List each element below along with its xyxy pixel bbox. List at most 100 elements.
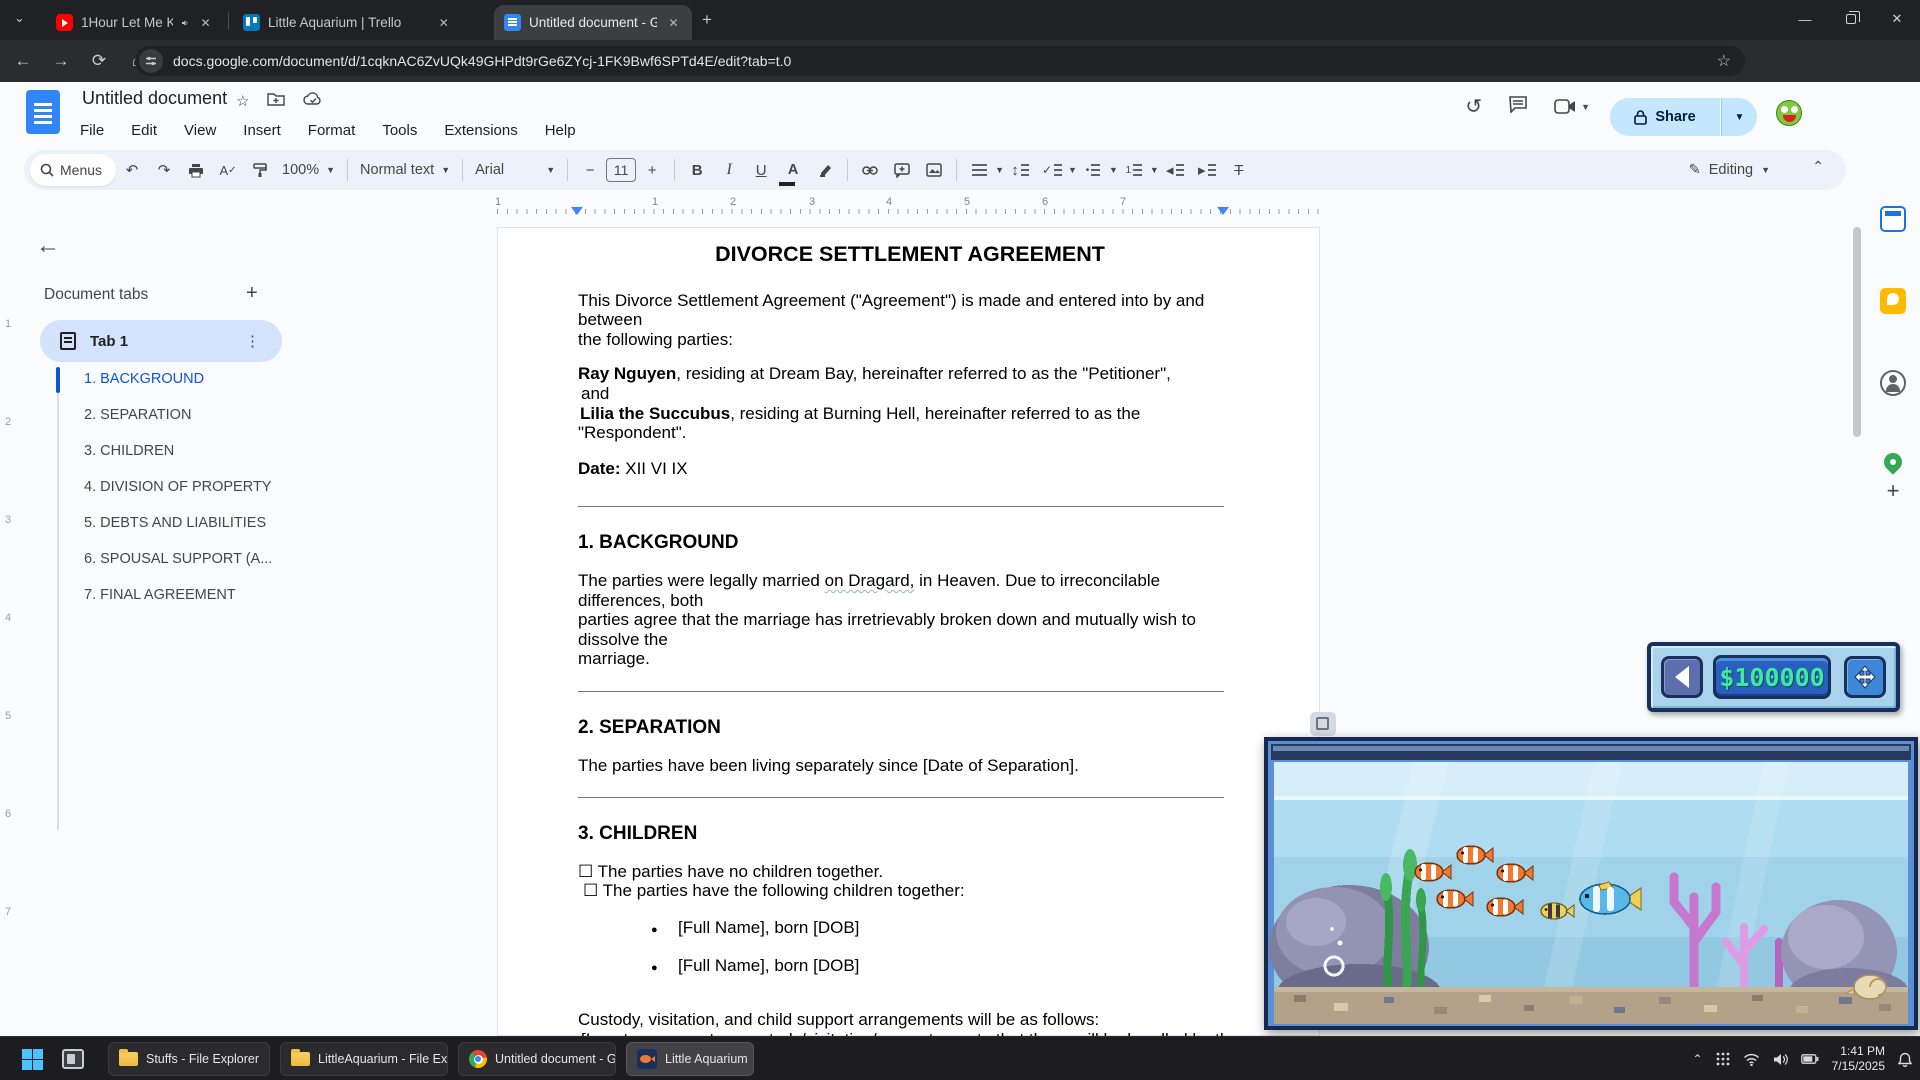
highlight-icon[interactable] [812, 157, 838, 183]
outline-item-final-agreement[interactable]: 7. FINAL AGREEMENT [84, 587, 414, 603]
paint-format-icon[interactable] [247, 157, 273, 183]
star-document-icon[interactable]: ☆ [236, 92, 249, 110]
increase-indent-icon[interactable]: ▸ [1194, 157, 1220, 183]
tab-close-icon[interactable]: ✕ [435, 14, 452, 31]
taskbar-clock[interactable]: 1:41 PM 7/15/2025 [1832, 1044, 1885, 1074]
indent-marker-right[interactable] [1217, 207, 1229, 215]
aquarium-money-widget[interactable]: $100000 [1647, 642, 1900, 712]
menu-tools[interactable]: Tools [382, 122, 417, 139]
tray-expand-icon[interactable]: ⌃ [1693, 1052, 1703, 1066]
meet-caret-icon[interactable]: ▼ [1581, 102, 1590, 112]
align-caret-icon[interactable]: ▼ [995, 165, 1004, 175]
menu-extensions[interactable]: Extensions [444, 122, 517, 139]
numbered-list-caret-icon[interactable]: ▼ [1150, 165, 1159, 175]
paragraph-style-select[interactable]: Normal text ▼ [354, 162, 456, 178]
collapse-toolbar-icon[interactable]: ⌃ [1812, 158, 1824, 175]
close-sidebar-icon[interactable]: ← [36, 232, 60, 260]
outline-item-background[interactable]: 1. BACKGROUND [84, 371, 414, 387]
redo-icon[interactable]: ↷ [151, 157, 177, 183]
volume-icon[interactable] [1773, 1053, 1788, 1066]
meet-video-icon[interactable]: ▼ [1554, 99, 1590, 114]
document-content[interactable]: DIVORCE SETTLEMENT AGREEMENT This Divorc… [578, 245, 1242, 1080]
align-icon[interactable] [966, 157, 992, 183]
aquarium-game-window[interactable] [1264, 737, 1918, 1030]
menu-format[interactable]: Format [308, 122, 356, 139]
italic-icon[interactable]: I [716, 157, 742, 183]
contacts-icon[interactable] [1880, 370, 1906, 396]
underline-icon[interactable]: U [748, 157, 774, 183]
document-title[interactable]: Untitled document [82, 88, 227, 109]
checklist-caret-icon[interactable]: ▼ [1068, 165, 1077, 175]
font-size-input[interactable]: 11 [606, 158, 636, 182]
bulleted-list-icon[interactable]: • [1080, 157, 1106, 183]
tab-audio-icon[interactable] [181, 16, 189, 30]
font-size-increase-icon[interactable]: + [639, 157, 665, 183]
task-view-icon[interactable] [62, 1049, 84, 1069]
editing-mode-select[interactable]: ✎ Editing ▼ [1677, 154, 1782, 186]
horizontal-ruler[interactable]: 1 1 2 3 4 5 6 7 [497, 195, 1320, 217]
new-tab-icon[interactable]: + [702, 10, 712, 30]
cloud-save-status-icon[interactable] [303, 92, 323, 110]
keep-icon[interactable] [1880, 288, 1906, 314]
numbered-list-icon[interactable]: 1 [1121, 157, 1147, 183]
calendar-icon[interactable] [1880, 206, 1906, 232]
back-icon[interactable]: ← [8, 46, 38, 76]
forward-icon[interactable]: → [46, 46, 76, 76]
insert-image-icon[interactable] [921, 157, 947, 183]
outline-item-division-of-property[interactable]: 4. DIVISION OF PROPERTY [84, 479, 414, 495]
tab-1-item[interactable]: Tab 1 ⋮ [40, 320, 282, 362]
menu-edit[interactable]: Edit [131, 122, 157, 139]
widget-move-button[interactable] [1844, 656, 1886, 698]
checklist-icon[interactable]: ✓ [1039, 157, 1065, 183]
taskbar-app-chrome-docs[interactable]: Untitled document - Go [458, 1042, 616, 1076]
share-button[interactable]: Share [1610, 98, 1720, 136]
wifi-icon[interactable] [1743, 1053, 1760, 1066]
tab-close-icon[interactable]: ✕ [197, 14, 214, 31]
document-page[interactable]: DIVORCE SETTLEMENT AGREEMENT This Divorc… [497, 227, 1320, 1036]
side-panel-add-icon[interactable]: + [1880, 478, 1906, 504]
outline-item-spousal-support[interactable]: 6. SPOUSAL SUPPORT (A... [84, 551, 414, 567]
browser-tab-docs-active[interactable]: Untitled document - Google Do ✕ [494, 5, 692, 40]
add-tab-icon[interactable]: + [246, 282, 258, 305]
move-folder-icon[interactable] [267, 92, 285, 110]
window-minimize-icon[interactable]: — [1782, 0, 1828, 38]
font-size-decrease-icon[interactable]: − [577, 157, 603, 183]
taskbar-app-little-aquarium[interactable]: Little Aquarium [626, 1042, 754, 1076]
browser-tab-youtube[interactable]: 1Hour Let Me Know Remix ✕ [46, 5, 224, 40]
taskbar-app-littleaquarium-explorer[interactable]: LittleAquarium - File Exp [280, 1042, 448, 1076]
menu-file[interactable]: File [80, 122, 104, 139]
tab-search-chevron-icon[interactable]: ⌄ [14, 10, 25, 26]
add-comment-icon[interactable] [889, 157, 915, 183]
reload-icon[interactable]: ⟳ [84, 46, 114, 76]
outline-item-separation[interactable]: 2. SEPARATION [84, 407, 414, 423]
clear-formatting-icon[interactable]: T [1226, 157, 1252, 183]
undo-icon[interactable]: ↶ [119, 157, 145, 183]
widget-collapse-button[interactable] [1661, 656, 1703, 698]
comments-icon[interactable] [1508, 95, 1528, 118]
notifications-bell-icon[interactable] [1898, 1052, 1912, 1067]
tab-options-icon[interactable]: ⋮ [245, 332, 260, 350]
text-color-icon[interactable]: A [780, 157, 806, 183]
font-select[interactable]: Arial ▼ [469, 162, 561, 178]
indent-marker-left[interactable] [571, 207, 583, 215]
line-spacing-icon[interactable]: ↕ [1007, 157, 1033, 183]
menu-view[interactable]: View [184, 122, 216, 139]
menu-insert[interactable]: Insert [243, 122, 281, 139]
address-input[interactable]: docs.google.com/document/d/1cqknAC6ZvUQk… [135, 46, 1745, 76]
google-docs-logo-icon[interactable] [26, 90, 60, 134]
menu-help[interactable]: Help [545, 122, 576, 139]
toolbar-search-menus[interactable]: Menus [30, 154, 116, 186]
start-button[interactable] [22, 1049, 43, 1070]
window-restore-icon[interactable] [1828, 0, 1874, 38]
docs-profile-avatar[interactable] [1776, 100, 1802, 126]
share-dropdown-icon[interactable]: ▼ [1721, 98, 1757, 136]
tray-grid-icon[interactable] [1716, 1052, 1730, 1066]
browser-tab-trello[interactable]: Little Aquarium | Trello ✕ [233, 5, 488, 40]
bold-icon[interactable]: B [684, 157, 710, 183]
bookmark-star-icon[interactable]: ☆ [1717, 51, 1731, 71]
print-icon[interactable] [183, 157, 209, 183]
window-close-icon[interactable]: ✕ [1874, 0, 1920, 38]
document-scrollbar[interactable] [1853, 227, 1861, 437]
site-settings-icon[interactable] [139, 49, 163, 73]
spellcheck-icon[interactable]: A✓ [215, 157, 241, 183]
